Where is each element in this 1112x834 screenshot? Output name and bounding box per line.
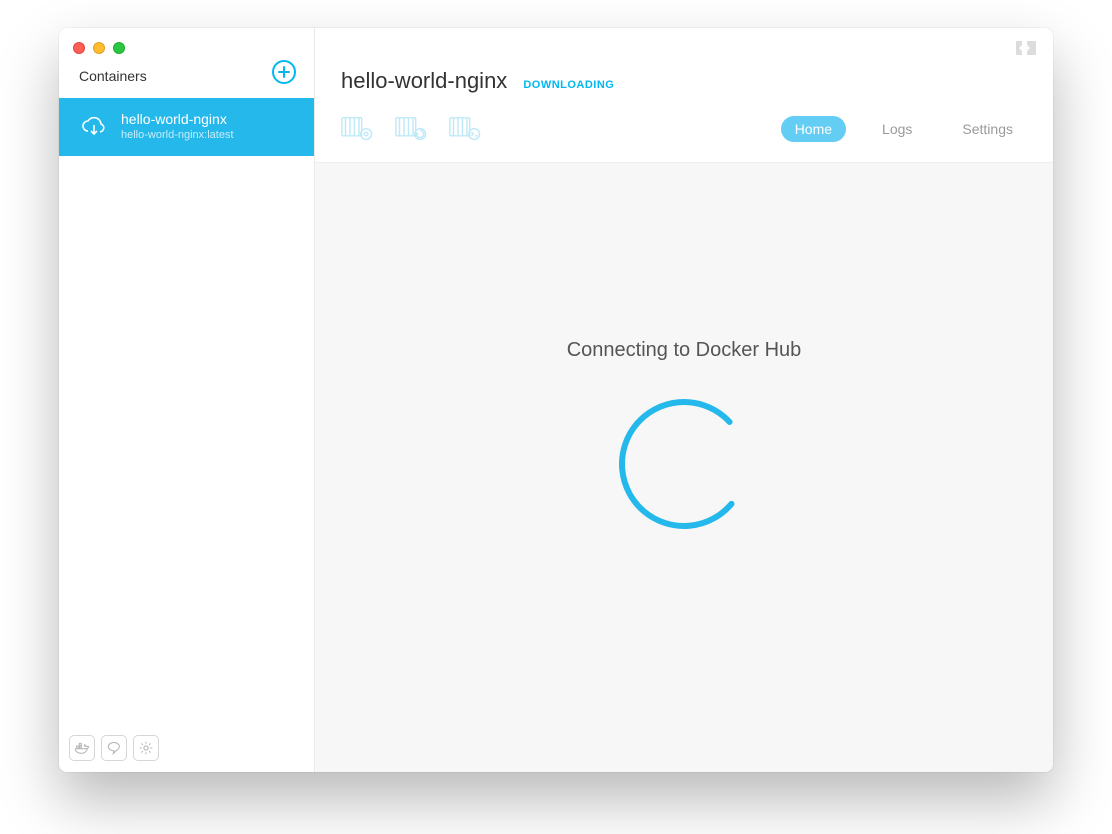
kitematic-logo-icon <box>1015 40 1037 61</box>
main-body: Connecting to Docker Hub <box>315 162 1053 772</box>
sidebar: Containers hello-world-nginx hello-world… <box>59 28 315 772</box>
loading-spinner-icon <box>614 394 754 534</box>
restart-action-button[interactable] <box>395 116 431 142</box>
gear-icon <box>139 741 153 755</box>
whale-icon <box>74 742 90 754</box>
sidebar-item-text: hello-world-nginx hello-world-nginx:late… <box>121 111 234 142</box>
feedback-button[interactable] <box>101 735 127 761</box>
sidebar-header: Containers <box>59 28 314 98</box>
container-restart-icon <box>395 116 431 141</box>
container-action-bar <box>341 116 485 142</box>
add-container-button[interactable] <box>272 60 296 84</box>
container-terminal-icon <box>449 116 485 141</box>
download-cloud-icon <box>81 114 107 140</box>
main-panel: hello-world-nginx DOWNLOADING <box>315 28 1053 772</box>
loading-message: Connecting to Docker Hub <box>567 339 802 362</box>
exec-action-button[interactable] <box>449 116 485 142</box>
docker-cli-button[interactable] <box>69 735 95 761</box>
page-title: hello-world-nginx <box>341 68 507 94</box>
minimize-window-button[interactable] <box>93 42 105 54</box>
main-tabs: Home Logs Settings <box>781 116 1027 142</box>
main-header: hello-world-nginx DOWNLOADING <box>315 28 1053 162</box>
sidebar-item-subtitle: hello-world-nginx:latest <box>121 129 234 143</box>
preview-action-button[interactable] <box>341 116 377 142</box>
status-badge: DOWNLOADING <box>523 79 614 91</box>
preferences-button[interactable] <box>133 735 159 761</box>
window-controls <box>73 42 125 54</box>
tab-settings[interactable]: Settings <box>948 116 1027 142</box>
sidebar-title: Containers <box>79 68 147 84</box>
sidebar-item-hello-world-nginx[interactable]: hello-world-nginx hello-world-nginx:late… <box>59 98 314 156</box>
chat-icon <box>107 741 121 755</box>
sidebar-item-name: hello-world-nginx <box>121 111 234 129</box>
container-list: hello-world-nginx hello-world-nginx:late… <box>59 98 314 724</box>
tab-home[interactable]: Home <box>781 116 846 142</box>
app-window: Containers hello-world-nginx hello-world… <box>59 28 1053 772</box>
tab-logs[interactable]: Logs <box>868 116 926 142</box>
close-window-button[interactable] <box>73 42 85 54</box>
zoom-window-button[interactable] <box>113 42 125 54</box>
sidebar-footer <box>59 724 314 772</box>
container-preview-icon <box>341 116 377 141</box>
plus-icon <box>278 66 290 78</box>
